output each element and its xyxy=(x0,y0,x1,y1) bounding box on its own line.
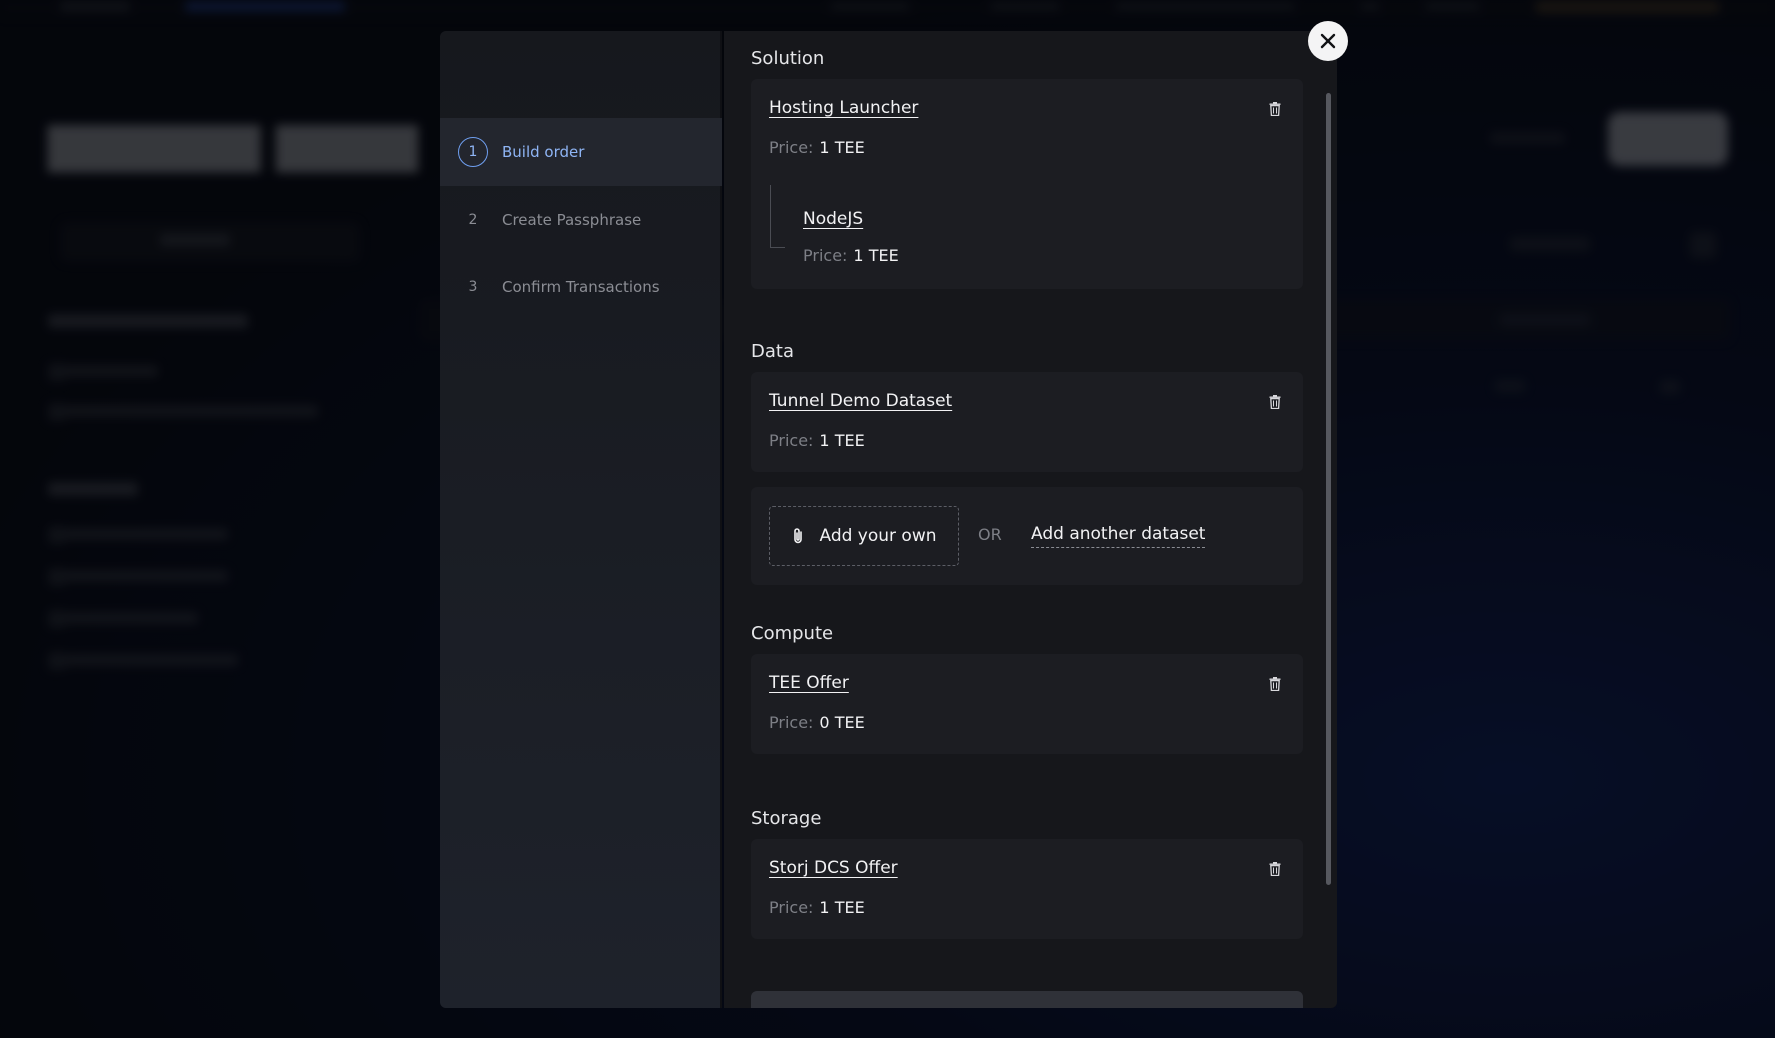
stepper: 1 Build order 2 Create Passphrase 3 Conf… xyxy=(440,31,722,1008)
price-label: Price: xyxy=(769,713,814,732)
step-create-passphrase[interactable]: 2 Create Passphrase xyxy=(440,186,722,254)
compute-price: Price: 0 TEE xyxy=(769,713,865,732)
section-title-storage: Storage xyxy=(751,808,822,829)
section-title-compute: Compute xyxy=(751,623,834,644)
close-icon xyxy=(1320,33,1336,49)
price-label: Price: xyxy=(769,431,814,450)
price-value: 1 TEE xyxy=(853,246,899,265)
step-confirm-transactions[interactable]: 3 Confirm Transactions xyxy=(440,253,722,321)
order-modal: 1 Build order 2 Create Passphrase 3 Conf… xyxy=(440,31,1337,1008)
step-label: Create Passphrase xyxy=(502,211,642,229)
nodejs-name-link[interactable]: NodeJS xyxy=(803,209,863,229)
add-your-own-label: Add your own xyxy=(819,526,937,546)
price-value: 1 TEE xyxy=(819,431,865,450)
storage-card: Storj DCS Offer Price: 1 TEE xyxy=(751,839,1303,939)
step-label: Build order xyxy=(502,143,585,161)
price-value: 1 TEE xyxy=(819,898,865,917)
storage-price: Price: 1 TEE xyxy=(769,898,865,917)
section-title-data: Data xyxy=(751,341,794,362)
trash-icon[interactable] xyxy=(1269,862,1281,876)
data-card: Tunnel Demo Dataset Price: 1 TEE xyxy=(751,372,1303,472)
price-value: 0 TEE xyxy=(819,713,865,732)
step-number: 3 xyxy=(468,279,478,295)
solution-card: Hosting Launcher Price: 1 TEE NodeJS Pric… xyxy=(751,79,1303,289)
order-content: Solution Hosting Launcher Price: 1 TEE No… xyxy=(724,31,1337,1008)
price-label: Price: xyxy=(803,246,848,265)
trash-icon[interactable] xyxy=(1269,395,1281,409)
tree-connector xyxy=(770,185,785,248)
close-button[interactable] xyxy=(1308,21,1348,61)
section-title-solution: Solution xyxy=(751,48,825,69)
step-number: 1 xyxy=(458,137,488,167)
price-label: Price: xyxy=(769,898,814,917)
or-separator: OR xyxy=(978,525,1002,544)
price-value: 1 TEE xyxy=(819,138,865,157)
scrollbar[interactable] xyxy=(1326,93,1331,885)
solution-name-link[interactable]: Hosting Launcher xyxy=(769,98,918,118)
add-dataset-card: Add your own OR Add another dataset xyxy=(751,487,1303,585)
dataset-name-link[interactable]: Tunnel Demo Dataset xyxy=(769,391,952,411)
step-number: 2 xyxy=(468,212,478,228)
add-another-dataset-link[interactable]: Add another dataset xyxy=(1031,524,1206,548)
compute-card: TEE Offer Price: 0 TEE xyxy=(751,654,1303,754)
next-button[interactable] xyxy=(751,991,1303,1008)
compute-name-link[interactable]: TEE Offer xyxy=(769,673,849,693)
price-label: Price: xyxy=(769,138,814,157)
step-build-order[interactable]: 1 Build order xyxy=(440,118,722,186)
trash-icon[interactable] xyxy=(1269,102,1281,116)
trash-icon[interactable] xyxy=(1269,677,1281,691)
add-your-own-button[interactable]: Add your own xyxy=(769,506,959,566)
paperclip-icon xyxy=(794,528,803,544)
storage-name-link[interactable]: Storj DCS Offer xyxy=(769,858,898,878)
solution-price: Price: 1 TEE xyxy=(769,138,865,157)
dataset-price: Price: 1 TEE xyxy=(769,431,865,450)
step-label: Confirm Transactions xyxy=(502,278,660,296)
nodejs-price: Price: 1 TEE xyxy=(803,246,899,265)
